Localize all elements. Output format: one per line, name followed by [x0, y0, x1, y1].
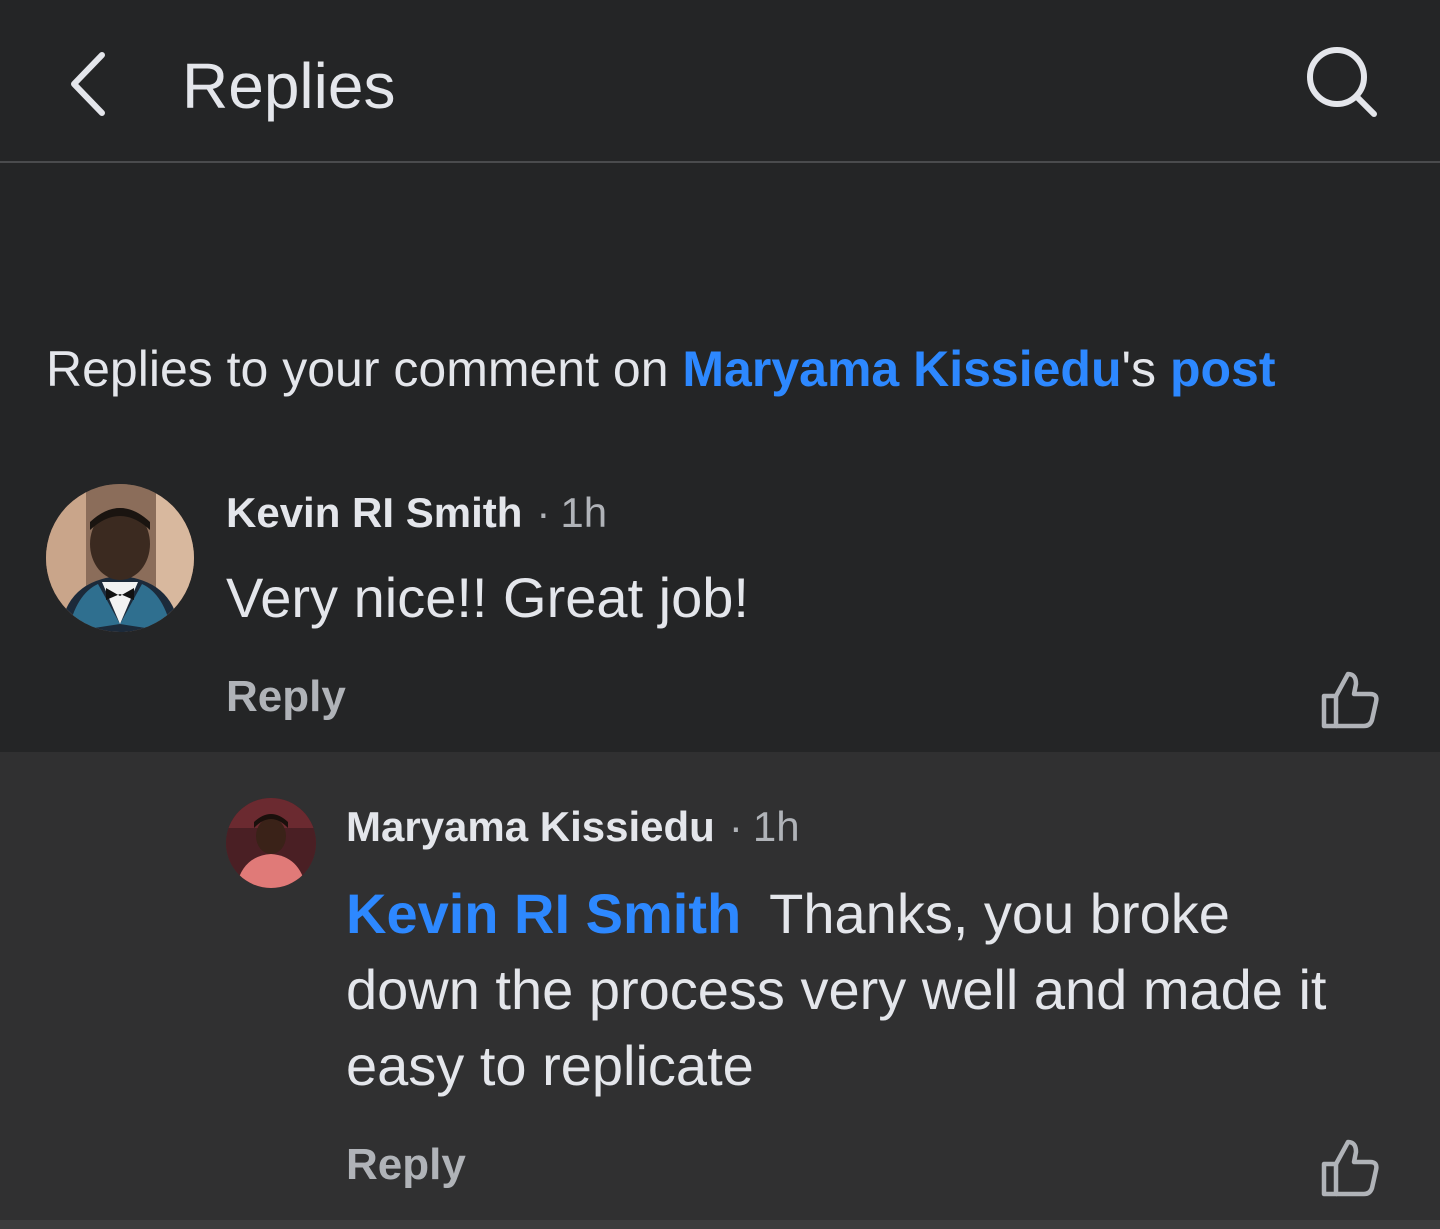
comment-meta: Kevin RI Smith · 1h — [226, 488, 607, 538]
thumbs-up-icon — [1321, 671, 1379, 729]
separator-dot: · — [728, 803, 743, 850]
divider — [0, 1220, 1440, 1229]
search-icon — [1307, 47, 1377, 117]
reply-meta: Maryama Kissiedu · 1h — [346, 802, 800, 852]
chevron-left-icon — [71, 52, 105, 116]
avatar-portrait-icon — [226, 798, 316, 888]
comment-time: 1h — [560, 489, 608, 536]
replies-context: Replies to your comment on Maryama Kissi… — [46, 338, 1426, 400]
comment-text: Very nice!! Great job! — [226, 566, 749, 629]
comment-author[interactable]: Kevin RI Smith — [226, 489, 522, 536]
mention-link[interactable]: Kevin RI Smith — [346, 882, 741, 945]
avatar[interactable] — [46, 484, 194, 632]
page-title: Replies — [182, 50, 396, 122]
reply-text-block: Kevin RI Smith Thanks, you broke down the… — [346, 876, 1376, 1104]
separator-dot: · — [536, 489, 551, 536]
top-app-bar: Replies — [0, 0, 1440, 163]
reply-button[interactable]: Reply — [226, 672, 346, 722]
reply-time: 1h — [752, 803, 800, 850]
context-possessive: 's — [1121, 341, 1170, 397]
post-link[interactable]: post — [1170, 341, 1276, 397]
reply-author[interactable]: Maryama Kissiedu — [346, 803, 715, 850]
avatar[interactable] — [226, 798, 316, 888]
post-author-link[interactable]: Maryama Kissiedu — [682, 341, 1121, 397]
like-button[interactable] — [1318, 668, 1382, 732]
context-prefix: Replies to your comment on — [46, 341, 683, 397]
comment: Kevin RI Smith · 1h Very nice!! Great job!… — [0, 460, 1440, 752]
back-button[interactable] — [56, 48, 120, 120]
nested-reply: Maryama Kissiedu · 1h Kevin RI Smith Thanks… — [0, 752, 1440, 1220]
search-button[interactable] — [1300, 40, 1384, 124]
thumbs-up-icon — [1321, 1139, 1379, 1197]
like-button[interactable] — [1318, 1136, 1382, 1200]
reply-button[interactable]: Reply — [346, 1140, 466, 1190]
avatar-portrait-icon — [46, 484, 194, 632]
